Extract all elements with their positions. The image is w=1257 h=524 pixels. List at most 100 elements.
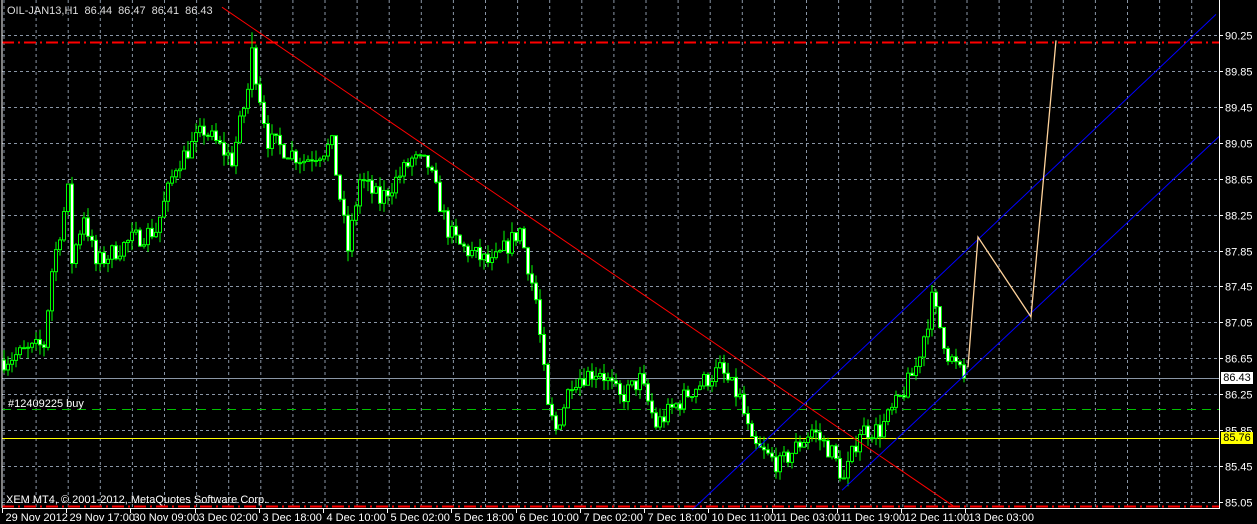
candle-body [934, 291, 938, 308]
candle-body [714, 367, 718, 383]
candle-body [562, 407, 566, 426]
candle-body [590, 370, 594, 380]
candle-body [778, 455, 782, 473]
candle-body [482, 253, 486, 261]
x-tick-label: 11 Dec 19:00 [841, 512, 906, 524]
candle-body [706, 374, 710, 387]
candle-body [842, 477, 846, 480]
candle-body [358, 179, 362, 207]
candle-body [794, 441, 798, 454]
candle-body [22, 347, 26, 350]
candle-body [454, 225, 458, 236]
bid-price-tag: 86.43 [1221, 372, 1253, 384]
candle-body [174, 170, 178, 178]
candle-body [558, 424, 562, 430]
candle-body [390, 192, 394, 197]
candle-body [254, 47, 258, 85]
candle-body [394, 176, 398, 194]
candle-body [266, 123, 270, 149]
candle-body [82, 217, 86, 235]
candle-body [850, 445, 854, 462]
candle-body [526, 247, 530, 275]
candle-body [946, 347, 950, 362]
candle-body [142, 244, 146, 247]
candle-body [458, 234, 462, 245]
candle-body [626, 384, 630, 403]
candle-body [942, 327, 946, 349]
candle-body [338, 174, 342, 200]
candle-body [110, 245, 114, 260]
candle-body [886, 409, 890, 422]
copyright-text: XEM MT4, © 2001-2012, MetaQuotes Softwar… [6, 494, 268, 506]
candle-body [374, 186, 378, 194]
candle-body [414, 154, 418, 159]
candle-body [118, 255, 122, 260]
candle-body [710, 381, 714, 387]
candle-body [98, 252, 102, 265]
candle-body [550, 403, 554, 417]
candle-body [750, 423, 754, 437]
trendlines[interactable] [221, 6, 1221, 511]
trendline-downtrend[interactable] [221, 6, 955, 507]
candle-body [606, 377, 610, 382]
candle-body [122, 242, 126, 257]
candle-body [662, 416, 666, 423]
candle-body [222, 142, 226, 156]
y-tick-label: 88.65 [1225, 175, 1253, 187]
candle-body [442, 210, 446, 213]
candle-body [422, 154, 426, 157]
candle-body [930, 291, 934, 330]
candle-body [106, 258, 110, 265]
x-tick-label: 3 Dec 18:00 [263, 512, 322, 524]
x-tick-label: 12 Dec 11:00 [905, 512, 970, 524]
candle-body [554, 415, 558, 430]
candle-body [366, 179, 370, 182]
open-value: 86.44 [84, 5, 113, 17]
candle-body [646, 383, 650, 402]
zigzag-projection[interactable] [967, 40, 1057, 368]
price-chart[interactable]: 90.25 89.85 89.45 89.05 88.65 88.25 87.85 87.45… [0, 0, 1257, 524]
candle-body [782, 451, 786, 457]
trendline-channel-upper[interactable] [691, 13, 1217, 511]
candle-body [658, 416, 662, 428]
candle-body [470, 250, 474, 257]
candle-body [170, 176, 174, 184]
candle-body [62, 211, 66, 241]
candle-body [370, 179, 374, 194]
candle-body [282, 144, 286, 159]
candle-body [830, 445, 834, 458]
candle-body [166, 182, 170, 202]
candle-body [738, 393, 742, 398]
candle-body [882, 420, 886, 438]
candle-body [310, 159, 314, 162]
candle-body [78, 233, 82, 246]
candle-body [958, 361, 962, 366]
candle-body [814, 429, 818, 433]
candle-body [630, 380, 634, 386]
y-tick-label: 89.45 [1225, 103, 1253, 115]
candle-body [574, 386, 578, 391]
candle-body [430, 166, 434, 171]
candle-body [498, 250, 502, 253]
candle-body [26, 346, 30, 349]
candle-body [642, 373, 646, 385]
candle-body [950, 356, 954, 362]
y-tick-label: 89.85 [1225, 67, 1253, 79]
x-tick-label: 10 Dec 11:00 [712, 512, 777, 524]
candle-body [566, 389, 570, 409]
candle-body [610, 377, 614, 382]
candle-body [434, 169, 438, 183]
candle-body [58, 239, 62, 251]
candle-body [134, 229, 138, 233]
y-tick-label: 89.05 [1225, 139, 1253, 151]
candle-body [74, 244, 78, 264]
order-label[interactable]: #12409225 buy [8, 398, 84, 410]
candle-body [214, 130, 218, 141]
candle-body [206, 134, 210, 137]
x-tick-label: 29 Nov 17:00 [70, 512, 135, 524]
candle-body [674, 403, 678, 408]
low-value: 86.41 [151, 5, 180, 17]
candle-body [762, 446, 766, 451]
candle-body [734, 376, 738, 398]
candle-body [462, 243, 466, 247]
